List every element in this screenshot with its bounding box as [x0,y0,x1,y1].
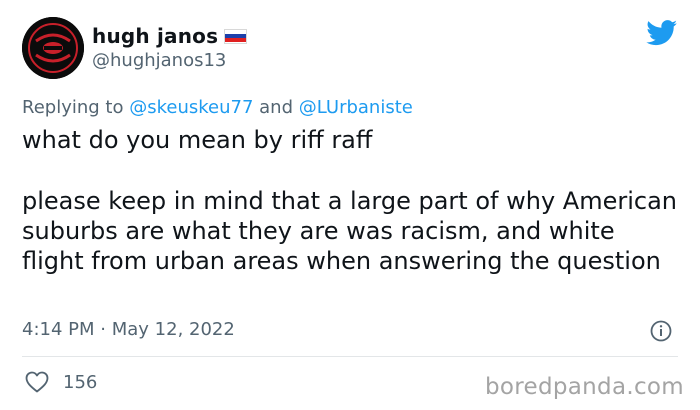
russia-flag-icon [224,28,248,44]
replying-prefix: Replying to [22,97,124,118]
timestamp-separator: · [100,319,106,340]
avatar-image [22,17,84,79]
like-count: 156 [63,371,98,393]
heart-icon[interactable] [25,371,49,393]
tweet-body: what do you mean by riff raff please kee… [22,125,682,276]
tweet-line-2: please keep in mind that a large part of… [22,187,677,275]
replying-to-line: Replying to @skeuskeu77 and @LUrbaniste [22,97,413,118]
twitter-bird-icon[interactable] [646,20,678,46]
author-name-row[interactable]: hugh janos [92,24,248,48]
tweet-timestamp[interactable]: 4:14 PM · May 12, 2022 [22,319,235,340]
avatar[interactable] [22,17,84,79]
tweet-time: 4:14 PM [22,319,95,340]
tweet-date: May 12, 2022 [111,319,235,340]
tweet-line-1: what do you mean by riff raff [22,126,373,154]
mention-link-2[interactable]: @LUrbaniste [299,97,413,118]
replying-conjunction: and [259,97,294,118]
user-handle[interactable]: @hughjanos13 [92,50,226,71]
like-action[interactable]: 156 [25,371,97,393]
display-name[interactable]: hugh janos [92,24,218,48]
divider [22,356,678,357]
mention-link-1[interactable]: @skeuskeu77 [129,97,253,118]
info-icon[interactable] [650,320,672,342]
watermark: boredpanda.com [485,374,684,400]
